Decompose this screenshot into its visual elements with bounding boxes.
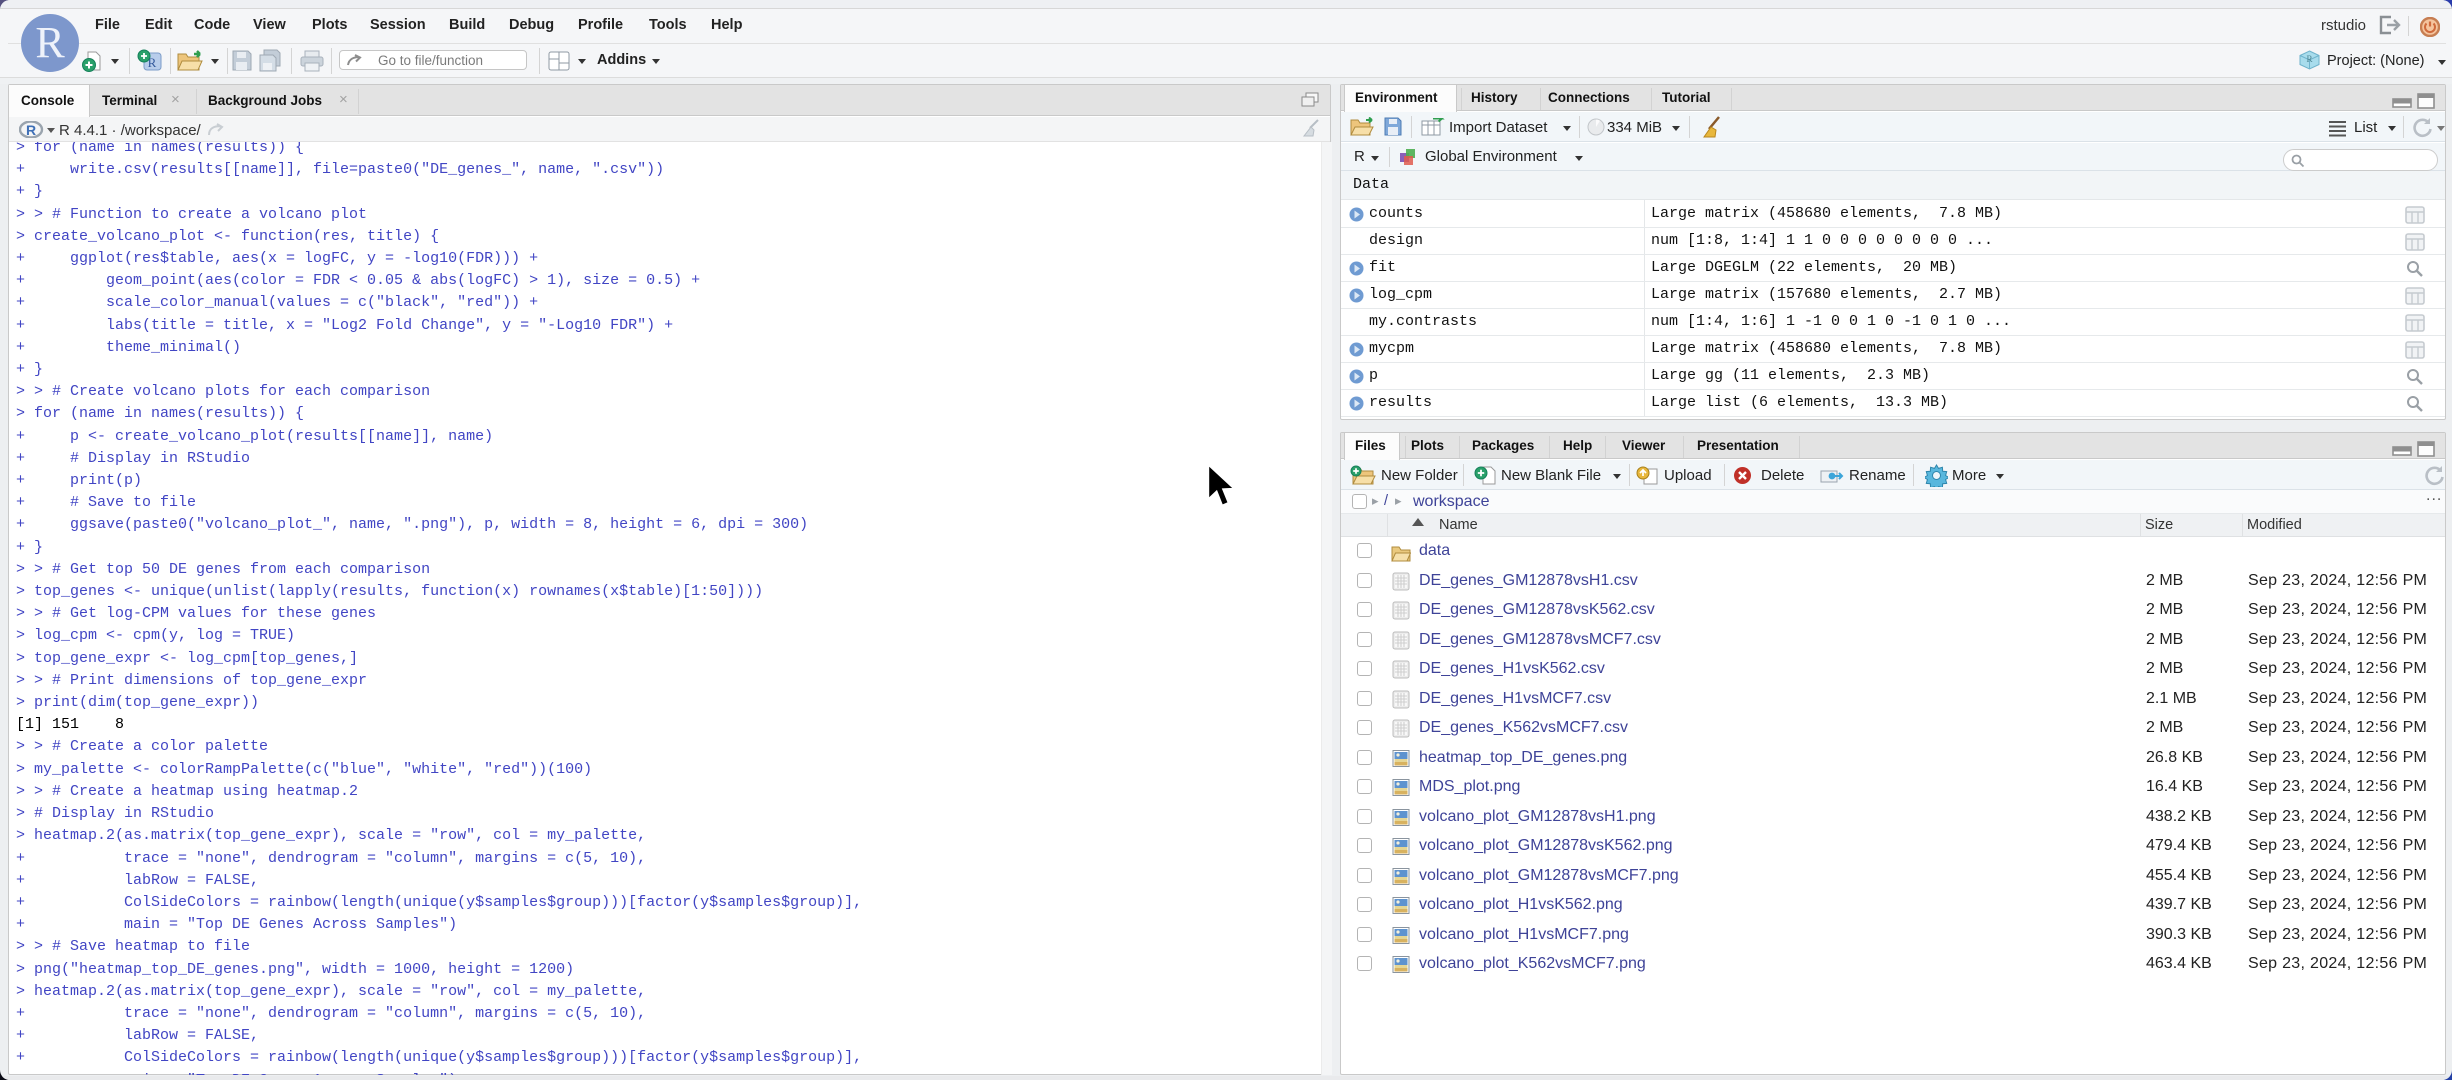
svg-text:R: R	[26, 122, 36, 138]
svg-text:R: R	[2306, 54, 2312, 64]
